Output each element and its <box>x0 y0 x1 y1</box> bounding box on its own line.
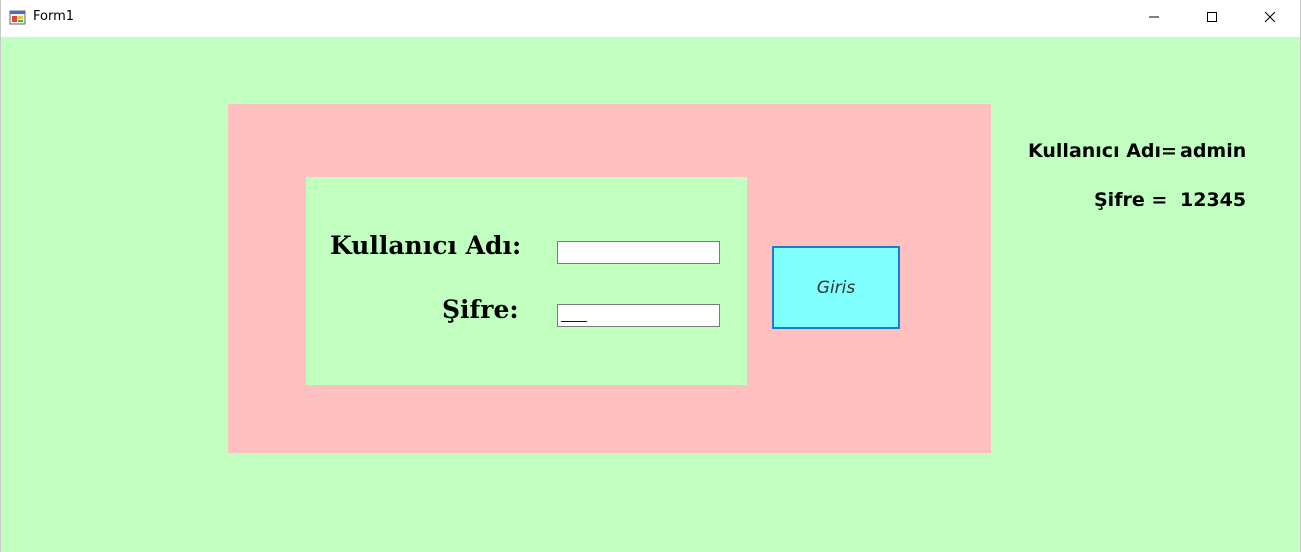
hint-username-value: admin <box>1180 140 1247 162</box>
password-input[interactable]: ____ <box>557 304 720 327</box>
username-input[interactable] <box>557 241 720 264</box>
app-form-icon <box>9 9 27 27</box>
window-title: Form1 <box>33 9 75 24</box>
login-panel: Kullanıcı Adı: Şifre: ____ <box>306 177 747 385</box>
username-label: Kullanıcı Adı: <box>330 231 522 260</box>
close-icon <box>1264 10 1276 28</box>
hint-password-value: 12345 <box>1180 189 1247 211</box>
close-button[interactable] <box>1241 0 1299 37</box>
minimize-button[interactable] <box>1125 0 1183 37</box>
title-bar[interactable]: Form1 <box>1 0 1300 37</box>
minimize-icon <box>1148 10 1160 28</box>
form-window: Form1 Kullanıcı Adı: Şifre: ____ Giris K… <box>0 0 1301 552</box>
hint-username-key: Kullanıcı Adı= <box>1028 140 1177 162</box>
password-label: Şifre: <box>442 295 519 324</box>
outer-panel: Kullanıcı Adı: Şifre: ____ Giris <box>228 104 991 453</box>
login-button[interactable]: Giris <box>772 246 900 329</box>
hint-password-key: Şifre = <box>1094 189 1168 211</box>
maximize-button[interactable] <box>1183 0 1241 37</box>
maximize-icon <box>1206 10 1218 28</box>
